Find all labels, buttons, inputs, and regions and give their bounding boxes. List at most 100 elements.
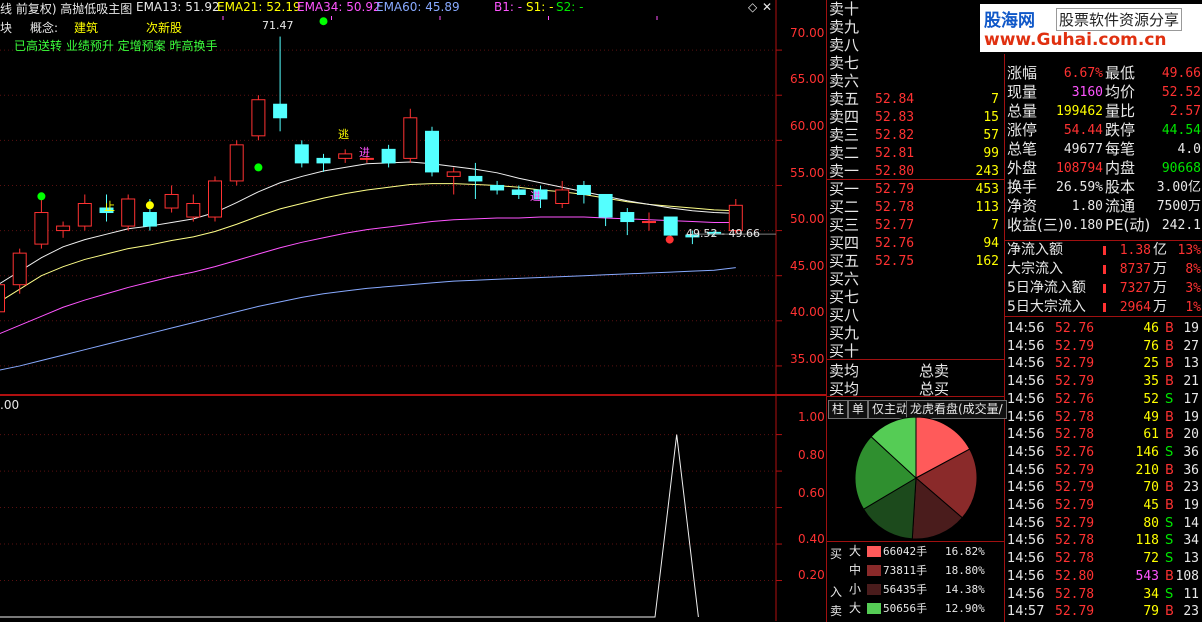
concept-row: 块 (0, 19, 12, 36)
flow-bar (1103, 265, 1106, 274)
buy-level-row[interactable]: 买一 52.79 453 (829, 180, 1003, 199)
concept-value[interactable]: 建筑 (74, 19, 98, 36)
money-flow-panel: 柱 单 仅主动 龙虎看盘(成交量/按 大66042手16.82%中73811手1… (826, 396, 1007, 622)
candle[interactable] (446, 167, 461, 195)
candle[interactable] (425, 126, 439, 177)
tick-count: 19 (1183, 409, 1199, 425)
candle[interactable] (208, 176, 222, 222)
tick-time: 14:56 (1007, 568, 1045, 584)
candle[interactable] (316, 153, 331, 172)
candle-body (229, 144, 244, 182)
candle[interactable] (294, 140, 309, 168)
candle[interactable] (273, 36, 288, 132)
order-size-label: 大 (849, 601, 862, 615)
candle[interactable] (229, 140, 244, 186)
candle[interactable] (0, 271, 5, 321)
tick-volume: 79 (1143, 604, 1159, 620)
candle-body (598, 193, 613, 218)
stat-label: 均价 (1105, 83, 1136, 101)
sell-level-row[interactable]: 卖二 52.81 99 (829, 144, 1003, 163)
tick-row: 14:56 52.76 52 S 17 (1005, 391, 1201, 409)
in-flag-2: 进 (530, 190, 541, 203)
tick-volume: 70 (1143, 480, 1159, 496)
candle[interactable] (34, 198, 49, 249)
tick-side: B (1165, 374, 1174, 390)
tick-time: 14:56 (1007, 498, 1045, 513)
candle[interactable] (164, 185, 179, 213)
candle[interactable] (381, 144, 396, 168)
tick-price: 52.79 (1055, 604, 1095, 620)
candle[interactable] (121, 194, 136, 231)
flow-row: 大宗流入 8737 万 8% (1005, 260, 1202, 279)
kline-chart[interactable] (0, 0, 826, 621)
stat-value: 242.1 (1161, 218, 1201, 233)
buy-level-row[interactable]: 买八 (829, 306, 1003, 325)
tick-side: S (1165, 515, 1174, 531)
sell-level-row[interactable]: 卖六 (829, 72, 1003, 91)
candle[interactable] (620, 208, 635, 236)
order-volume: 56435手 (883, 583, 928, 596)
price-axis: 70.00 65.00 60.00 55.00 50.00 45.00 40.0… (776, 0, 826, 396)
buy-level-row[interactable]: 买五 52.75 162 (829, 252, 1003, 271)
candle[interactable] (555, 180, 570, 209)
buy-level-row[interactable]: 买六 (829, 270, 1003, 289)
order-size-label: 小 (849, 582, 862, 596)
candle-body (425, 130, 439, 173)
tick-row: 14:56 52.79 210 B 36 (1005, 462, 1201, 480)
close-icon[interactable]: ✕ (762, 0, 772, 14)
sell-level-row[interactable]: 卖八 (829, 36, 1003, 55)
buy-level-row[interactable]: 买四 52.76 94 (829, 234, 1003, 253)
price-tick-label: 65.00 (790, 72, 825, 86)
candle[interactable] (186, 194, 201, 222)
candle[interactable] (77, 194, 92, 231)
buy-level-row[interactable]: 买三 52.77 7 (829, 216, 1003, 235)
buy-level-row[interactable]: 买七 (829, 288, 1003, 307)
tick-side: B (1165, 356, 1174, 372)
flow-unit: 万 (1153, 280, 1167, 296)
tick-count: 13 (1183, 551, 1199, 567)
candle[interactable] (576, 180, 591, 204)
sell-level-row[interactable]: 卖三 52.82 57 (829, 126, 1003, 145)
sell-level-row[interactable]: 卖十 (829, 0, 1003, 19)
sell-level-row[interactable]: 卖四 52.83 15 (829, 108, 1003, 127)
level-label: 卖十 (829, 0, 860, 18)
buy-level-row[interactable]: 买二 52.78 113 (829, 198, 1003, 217)
expand-icon[interactable]: ◇ (748, 0, 757, 14)
tick-list[interactable]: 14:56 52.76 46 B 19 14:56 52.79 76 B 27 14:56 52.79… (1004, 316, 1202, 622)
level-label: 卖三 (829, 126, 860, 144)
tick-side: B (1165, 338, 1174, 354)
candle-body (208, 180, 222, 218)
tick-time: 14:56 (1007, 374, 1045, 390)
sell-level-row[interactable]: 卖七 (829, 54, 1003, 73)
candle[interactable] (490, 180, 505, 195)
tick-side: S (1165, 533, 1174, 549)
candle[interactable] (403, 108, 418, 163)
candle[interactable] (598, 193, 613, 227)
candle-body (663, 216, 678, 236)
candle[interactable] (56, 221, 71, 238)
tick-count: 34 (1183, 533, 1199, 549)
buy-level-row[interactable]: 买九 (829, 324, 1003, 343)
tick-price: 52.79 (1055, 515, 1095, 531)
candle[interactable] (251, 95, 266, 141)
tick-time: 14:56 (1007, 338, 1045, 354)
tick-side: S (1165, 551, 1174, 567)
tick-price: 52.76 (1055, 321, 1095, 336)
sell-level-row[interactable]: 卖九 (829, 18, 1003, 37)
level-price: 52.78 (875, 200, 915, 215)
concept-extra[interactable]: 次新股 (146, 19, 182, 36)
candle-body (555, 189, 570, 204)
candle[interactable] (642, 212, 656, 231)
candle-body (77, 203, 92, 227)
order-volume: 50656手 (883, 602, 928, 615)
run-flag: 逃 (338, 128, 349, 141)
sell-level-row[interactable]: 卖五 52.84 7 (829, 90, 1003, 109)
level-label: 买六 (829, 270, 860, 288)
tick-side: B (1165, 480, 1174, 496)
candle[interactable] (338, 149, 353, 163)
tick-row: 14:56 52.78 72 S 13 (1005, 550, 1201, 568)
level-price: 52.79 (875, 182, 915, 197)
logo-banner[interactable]: 股海网 股票软件资源分享 www.Guhai.com.cn (980, 4, 1202, 52)
order-volume: 66042手 (883, 545, 928, 558)
tick-count: 23 (1183, 604, 1199, 620)
